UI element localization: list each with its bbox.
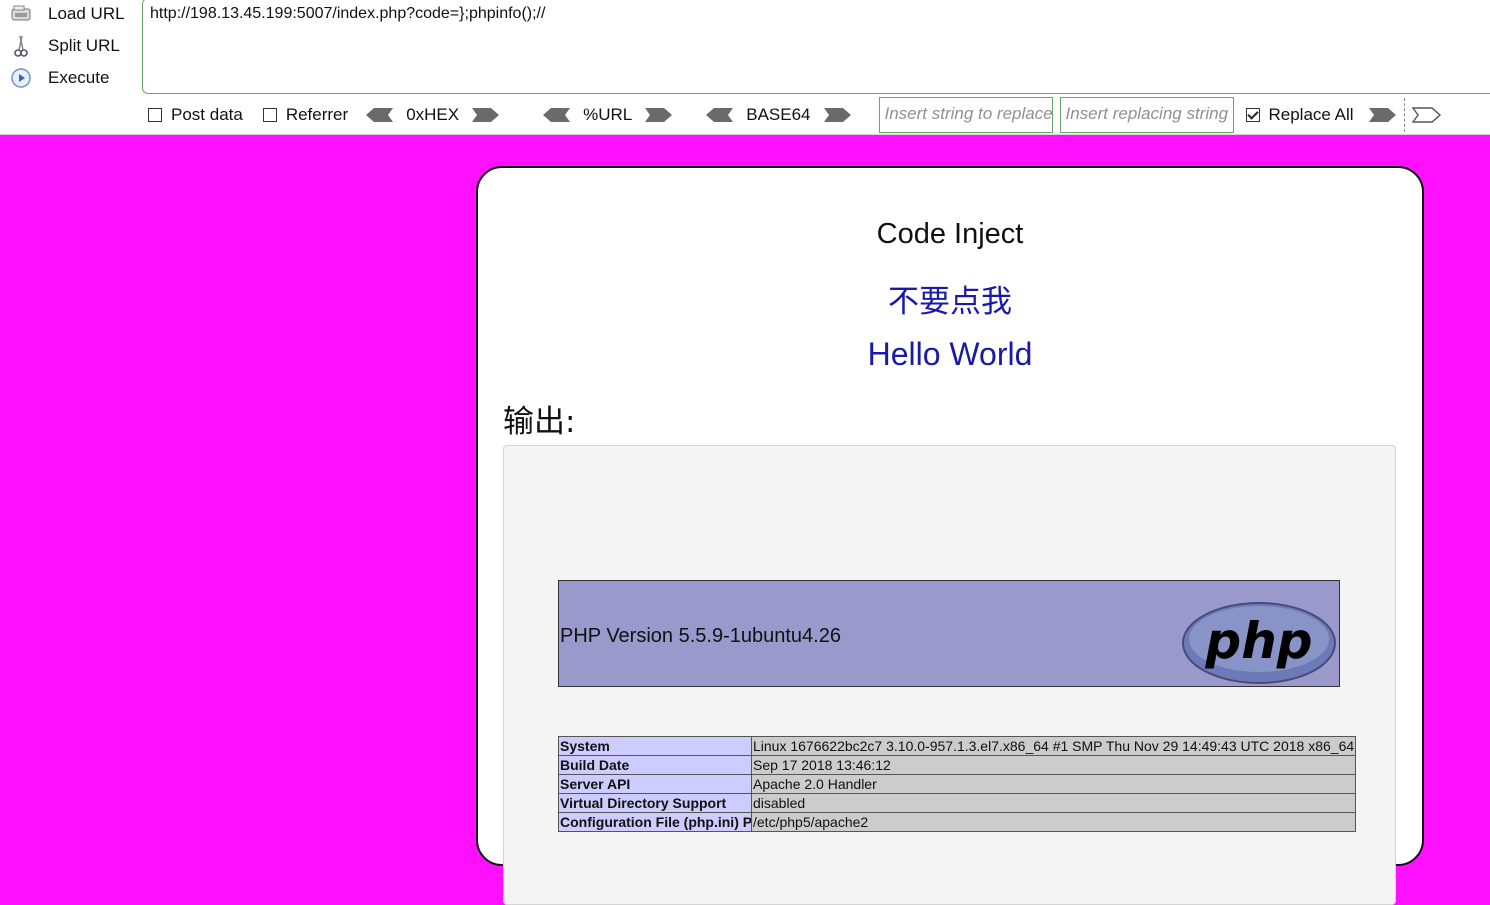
row-key: Configuration File (php.ini) P xyxy=(558,812,752,832)
table-row: Virtual Directory Support disabled xyxy=(558,793,1357,813)
split-url-button[interactable]: Split URL xyxy=(8,33,138,59)
referrer-label: Referrer xyxy=(285,105,349,124)
page-title: Code Inject xyxy=(876,218,1024,250)
replace-all-checkbox[interactable]: Replace All xyxy=(1245,105,1354,125)
row-value: /etc/php5/apache2 xyxy=(750,812,1357,832)
phpinfo-header: PHP Version 5.5.9-1ubuntu4.26 php xyxy=(558,580,1340,687)
row-value: disabled xyxy=(750,793,1357,813)
load-url-button[interactable]: Load URL xyxy=(8,1,138,27)
hello-world-link[interactable]: Hello World xyxy=(478,336,1422,373)
execute-label: Execute xyxy=(48,68,110,87)
row-value: Sep 17 2018 13:46:12 xyxy=(750,755,1357,775)
execute-button[interactable]: Execute xyxy=(8,65,138,91)
replace-all-label: Replace All xyxy=(1268,105,1354,124)
url-encode-arrow-icon[interactable] xyxy=(644,107,674,123)
php-logo-icon[interactable]: php xyxy=(1181,601,1337,685)
table-row: Configuration File (php.ini) P /etc/php5… xyxy=(558,812,1357,832)
url-encoder: %URL xyxy=(541,105,674,125)
php-version-title: PHP Version 5.5.9-1ubuntu4.26 xyxy=(560,625,841,647)
row-value: Linux 1676622bc2c7 3.10.0-957.1.3.el7.x8… xyxy=(750,736,1357,756)
table-row: System Linux 1676622bc2c7 3.10.0-957.1.3… xyxy=(558,736,1357,756)
split-url-label: Split URL xyxy=(48,36,120,55)
row-key: System xyxy=(558,736,752,756)
replace-arrow-icon[interactable] xyxy=(1368,107,1398,123)
table-row: Server API Apache 2.0 Handler xyxy=(558,774,1357,794)
post-data-checkbox[interactable]: Post data xyxy=(148,105,243,125)
toolbar-divider xyxy=(1403,98,1406,132)
hex-label: 0xHEX xyxy=(406,105,460,124)
load-url-icon xyxy=(8,1,34,27)
hex-decode-arrow-icon[interactable] xyxy=(364,107,394,123)
post-data-checkbox-box[interactable] xyxy=(148,108,162,122)
replace-next-arrow-icon[interactable] xyxy=(1411,107,1442,123)
hackbar-options-row: Post data Referrer 0xHEX %URL BASE64 Ins… xyxy=(148,97,1490,133)
base64-encode-arrow-icon[interactable] xyxy=(823,107,853,123)
replace-all-checkbox-box[interactable] xyxy=(1245,108,1260,122)
hex-encoder: 0xHEX xyxy=(364,105,501,125)
row-value: Apache 2.0 Handler xyxy=(750,774,1357,794)
referrer-checkbox[interactable]: Referrer xyxy=(262,105,349,125)
base64-decode-arrow-icon[interactable] xyxy=(704,107,734,123)
execute-icon xyxy=(8,65,34,91)
phpinfo-table: System Linux 1676622bc2c7 3.10.0-957.1.3… xyxy=(558,736,1357,832)
url-input[interactable]: http://198.13.45.199:5007/index.php?code… xyxy=(142,0,1490,94)
php-logo-text: php xyxy=(1204,612,1312,670)
base64-encoder: BASE64 xyxy=(704,105,852,125)
output-label: 输出: xyxy=(503,404,576,440)
hex-encode-arrow-icon[interactable] xyxy=(471,107,501,123)
replace-string-input[interactable]: Insert string to replace xyxy=(878,97,1053,133)
hackbar-toolbar: Load URL Split URL Execute http://198.13… xyxy=(0,0,1490,135)
content-card: Code Inject 不要点我 Hello World 输出: PHP Ver… xyxy=(476,166,1424,905)
table-row: Build Date Sep 17 2018 13:46:12 xyxy=(558,755,1357,775)
referrer-checkbox-box[interactable] xyxy=(262,108,277,122)
split-url-icon xyxy=(8,33,34,59)
base64-label: BASE64 xyxy=(746,105,811,124)
dont-click-link[interactable]: 不要点我 xyxy=(478,276,1422,321)
url-encode-label: %URL xyxy=(583,105,633,124)
row-key: Server API xyxy=(558,774,752,794)
load-url-label: Load URL xyxy=(48,4,125,23)
replacing-string-input[interactable]: Insert replacing string xyxy=(1059,97,1234,133)
row-key: Build Date xyxy=(558,755,752,775)
post-data-label: Post data xyxy=(171,105,243,124)
row-key: Virtual Directory Support xyxy=(558,793,752,813)
url-decode-arrow-icon[interactable] xyxy=(541,107,571,123)
output-box: PHP Version 5.5.9-1ubuntu4.26 php System… xyxy=(503,445,1396,905)
